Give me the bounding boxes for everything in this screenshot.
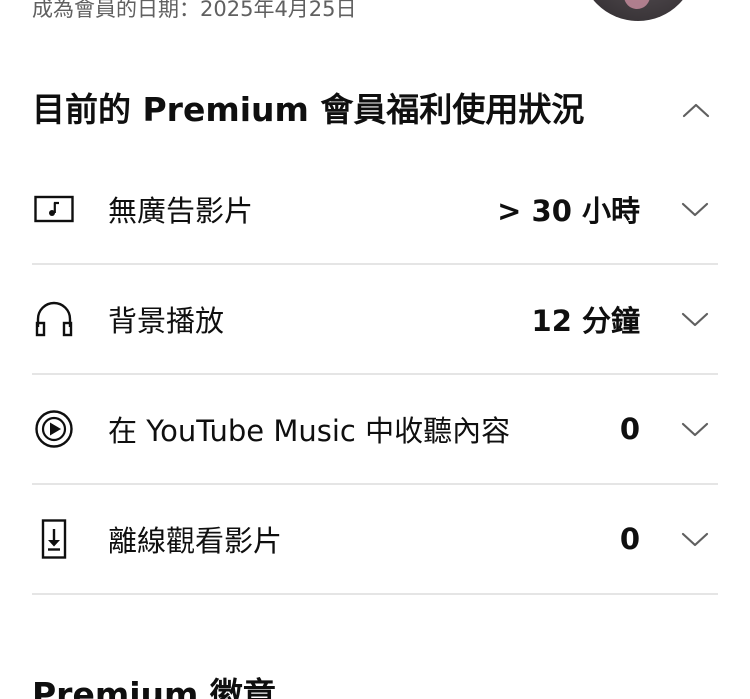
benefits-section-title: 目前的 Premium 會員福利使用狀況 bbox=[32, 90, 585, 129]
benefit-value: 0 bbox=[619, 522, 640, 556]
expand-button[interactable] bbox=[680, 414, 710, 444]
benefits-section-header[interactable]: 目前的 Premium 會員福利使用狀況 bbox=[32, 86, 718, 134]
badges-section-title: Premium 徽章 bbox=[32, 675, 276, 699]
benefit-label: 離線觀看影片 bbox=[108, 524, 283, 558]
chevron-down-icon bbox=[681, 312, 709, 327]
expand-button[interactable] bbox=[680, 524, 710, 554]
avatar[interactable] bbox=[580, 0, 696, 21]
benefit-label: 在 YouTube Music 中收聽內容 bbox=[108, 414, 511, 448]
benefit-label: 背景播放 bbox=[108, 304, 225, 338]
member-since-date: 成為會員的日期：2025年4月25日 bbox=[32, 0, 357, 21]
ad-free-video-icon bbox=[34, 188, 76, 230]
benefit-value: > 30 小時 bbox=[497, 194, 640, 228]
benefit-row-ad-free[interactable]: 無廣告影片 > 30 小時 bbox=[32, 155, 718, 265]
benefit-value: 12 分鐘 bbox=[531, 304, 640, 338]
chevron-up-icon bbox=[682, 103, 710, 118]
expand-button[interactable] bbox=[680, 194, 710, 224]
benefit-label: 無廣告影片 bbox=[108, 194, 254, 228]
headphones-icon bbox=[34, 298, 76, 340]
chevron-down-icon bbox=[681, 532, 709, 547]
benefit-value: 0 bbox=[619, 412, 640, 446]
benefit-row-youtube-music[interactable]: 在 YouTube Music 中收聽內容 0 bbox=[32, 375, 718, 485]
benefit-row-background-play[interactable]: 背景播放 12 分鐘 bbox=[32, 265, 718, 375]
chevron-down-icon bbox=[681, 202, 709, 217]
premium-membership-page: 成為會員的日期：2025年4月25日 目前的 Premium 會員福利使用狀況 … bbox=[0, 0, 750, 699]
collapse-button[interactable] bbox=[680, 94, 712, 126]
benefits-list: 無廣告影片 > 30 小時 背景播放 12 分鐘 在 YouTube Music… bbox=[32, 155, 718, 595]
benefit-row-offline[interactable]: 離線觀看影片 0 bbox=[32, 485, 718, 595]
youtube-music-icon bbox=[34, 408, 76, 450]
chevron-down-icon bbox=[681, 422, 709, 437]
expand-button[interactable] bbox=[680, 304, 710, 334]
offline-download-icon bbox=[34, 518, 76, 560]
